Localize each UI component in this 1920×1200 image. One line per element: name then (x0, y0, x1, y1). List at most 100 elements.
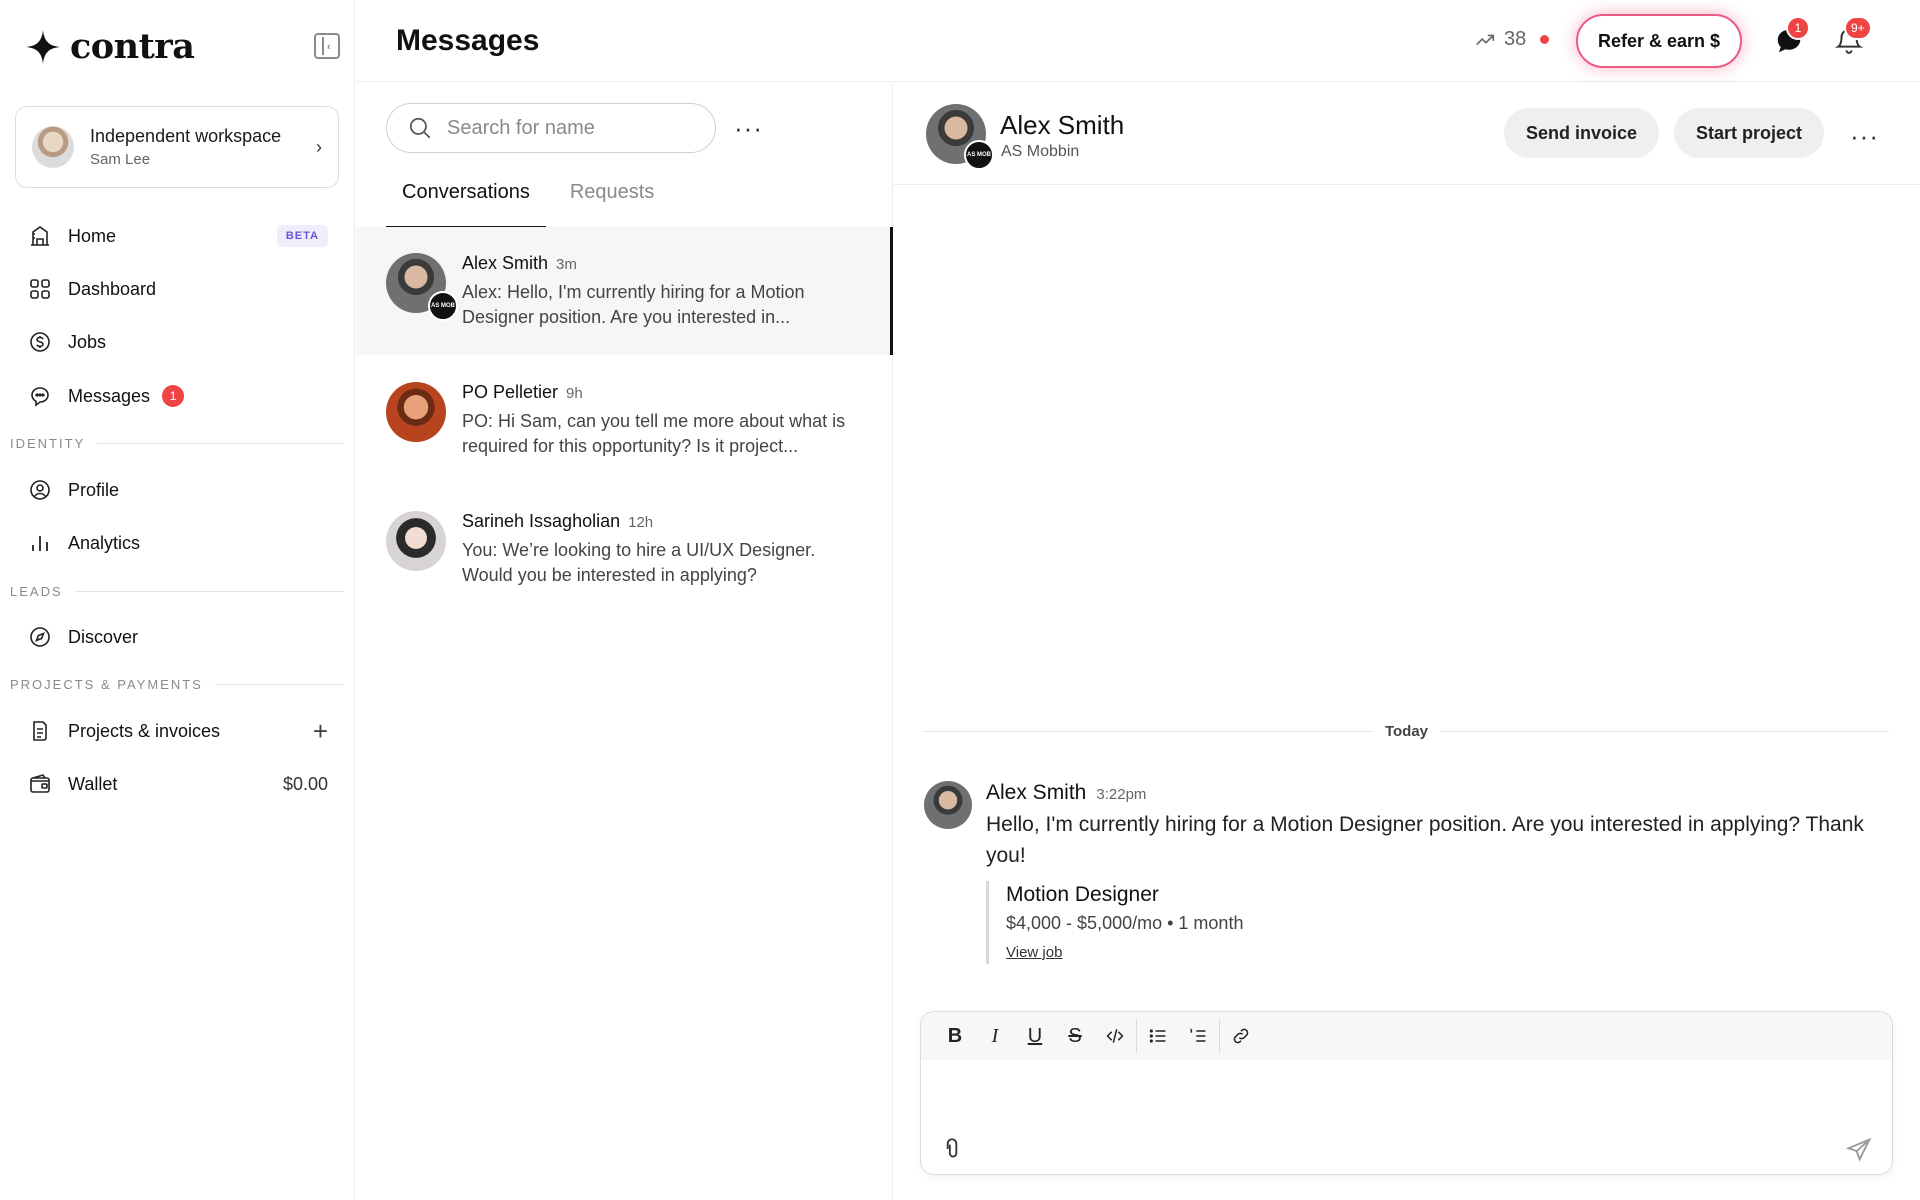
message: Alex Smith 3:22pm Hello, I'm currently h… (924, 781, 1889, 964)
sidebar-item-projects[interactable]: Projects & invoices + (28, 711, 328, 751)
date-divider: Today (924, 723, 1889, 740)
streak-indicator[interactable]: 38 (1474, 28, 1550, 51)
search-box[interactable] (386, 103, 716, 153)
strikethrough-button[interactable]: S (1055, 1016, 1095, 1056)
formatting-toolbar: B I U S (921, 1012, 1892, 1060)
link-button[interactable] (1221, 1016, 1261, 1056)
chat-bubble-icon[interactable]: 1 (1774, 16, 1810, 56)
dashboard-grid-icon (30, 279, 50, 299)
streak-count: 38 (1504, 28, 1527, 50)
bold-button[interactable]: B (935, 1016, 975, 1056)
bullet-list-button[interactable] (1138, 1016, 1178, 1056)
sidebar-item-label: Jobs (68, 331, 107, 352)
conversation-preview: PO: Hi Sam, can you tell me more about w… (462, 411, 846, 456)
page-title: Messages (396, 24, 540, 57)
chevron-right-icon: › (316, 136, 322, 157)
sidebar-item-label: Projects & invoices (68, 720, 221, 741)
job-card: Motion Designer $4,000 - $5,000/mo • 1 m… (986, 881, 1889, 964)
italic-button[interactable]: I (975, 1016, 1015, 1056)
contra-star-logo-icon (26, 29, 60, 64)
search-input[interactable] (447, 116, 687, 140)
sidebar-item-discover[interactable]: Discover (28, 617, 328, 657)
view-job-link[interactable]: View job (1006, 944, 1062, 961)
search-icon (409, 117, 431, 139)
sidebar-collapse-icon[interactable]: ‹ (314, 33, 340, 59)
section-label: PROJECTS & PAYMENTS (10, 677, 203, 692)
home-icon (31, 226, 49, 246)
message-input[interactable] (941, 1072, 1861, 1116)
chat-badge: 1 (1786, 16, 1810, 40)
sidebar-item-analytics[interactable]: Analytics (28, 523, 328, 563)
dollar-circle-icon (30, 332, 50, 352)
message-text: Hello, I'm currently hiring for a Motion… (986, 813, 1864, 867)
sidebar-item-dashboard[interactable]: Dashboard (28, 269, 328, 309)
sidebar-item-messages[interactable]: Messages 1 (28, 376, 328, 416)
top-bar: Messages 38 Refer & earn $ 1 9+ (356, 0, 1920, 82)
sidebar-item-wallet[interactable]: Wallet $0.00 (28, 764, 328, 804)
sender-avatar (924, 781, 972, 829)
bell-icon[interactable]: 9+ (1834, 16, 1872, 56)
sidebar-item-profile[interactable]: Profile (28, 470, 328, 510)
conversation-name: Sarineh Issagholian (462, 511, 621, 531)
job-title: Motion Designer (1006, 883, 1159, 906)
workspace-user: Sam Lee (90, 151, 151, 168)
conversation-tabs: Conversations Requests (386, 181, 670, 228)
conversation-time: 3m (556, 256, 577, 273)
date-divider-label: Today (1384, 723, 1429, 740)
analytics-icon (32, 536, 48, 551)
beta-badge: BETA (276, 225, 328, 247)
wallet-balance: $0.00 (282, 773, 328, 794)
send-icon[interactable] (1845, 1136, 1873, 1164)
messages-icon (31, 387, 49, 407)
section-projects-payments: PROJECTS & PAYMENTS (10, 677, 344, 692)
add-project-icon[interactable]: + (313, 716, 328, 747)
sidebar-item-label: Analytics (68, 532, 141, 553)
chat-header: AS MOB Alex Smith AS Mobbin Send invoice… (894, 83, 1920, 185)
compass-icon (30, 627, 50, 647)
numbered-list-button[interactable] (1178, 1016, 1218, 1056)
tab-conversations[interactable]: Conversations (386, 181, 546, 228)
workspace-switcher[interactable]: Independent workspace Sam Lee › (15, 106, 339, 188)
conversation-preview: Alex: Hello, I'm currently hiring for a … (462, 282, 805, 327)
tab-requests[interactable]: Requests (554, 181, 671, 228)
contact-avatar (386, 511, 446, 571)
trend-up-icon (1476, 34, 1495, 45)
send-invoice-button[interactable]: Send invoice (1504, 108, 1660, 158)
numbered-list-icon (1190, 1028, 1206, 1042)
conversation-name: PO Pelletier (462, 382, 559, 402)
sidebar-item-label: Discover (68, 626, 139, 647)
sidebar-item-jobs[interactable]: Jobs (28, 322, 328, 362)
brand-name: contra (70, 26, 195, 67)
refer-earn-button[interactable]: Refer & earn $ (1576, 14, 1742, 68)
notification-badge: 9+ (1844, 16, 1872, 40)
start-project-button[interactable]: Start project (1674, 108, 1825, 158)
underline-button[interactable]: U (1015, 1016, 1055, 1056)
more-options-icon[interactable]: ··· (1850, 121, 1879, 152)
conversation-time: 12h (628, 514, 654, 531)
company-logo-badge: AS MOB (964, 140, 994, 170)
conversation-item[interactable]: PO Pelletier 9h PO: Hi Sam, can you tell… (356, 356, 893, 484)
sidebar-item-home[interactable]: Home BETA (28, 216, 328, 256)
message-time: 3:22pm (1096, 786, 1147, 803)
profile-icon (30, 480, 50, 500)
conversation-item[interactable]: Sarineh Issagholian 12h You: We’re looki… (356, 485, 893, 613)
sidebar-item-label: Profile (68, 479, 120, 500)
company-logo-badge: AS MOB (428, 291, 458, 321)
code-button[interactable] (1095, 1016, 1135, 1056)
conversation-time: 9h (566, 385, 583, 402)
sidebar-item-label: Dashboard (68, 278, 157, 299)
brand-logo[interactable]: contra (26, 26, 195, 67)
sidebar-item-label: Wallet (68, 773, 118, 794)
code-icon (1106, 1029, 1124, 1043)
chat-contact-name[interactable]: Alex Smith (1000, 110, 1124, 141)
sidebar-item-label: Messages (68, 385, 151, 406)
status-dot (1540, 35, 1550, 44)
paperclip-icon[interactable] (939, 1136, 965, 1162)
conversation-item[interactable]: AS MOB Alex Smith 3m Alex: Hello, I'm cu… (356, 227, 893, 355)
message-sender: Alex Smith (986, 781, 1087, 804)
sidebar: contra ‹ Independent workspace Sam Lee ›… (0, 0, 355, 1200)
more-options-icon[interactable]: ··· (734, 113, 763, 144)
section-leads: LEADS (10, 584, 344, 599)
user-avatar (32, 126, 74, 168)
conversation-name: Alex Smith (462, 253, 549, 273)
